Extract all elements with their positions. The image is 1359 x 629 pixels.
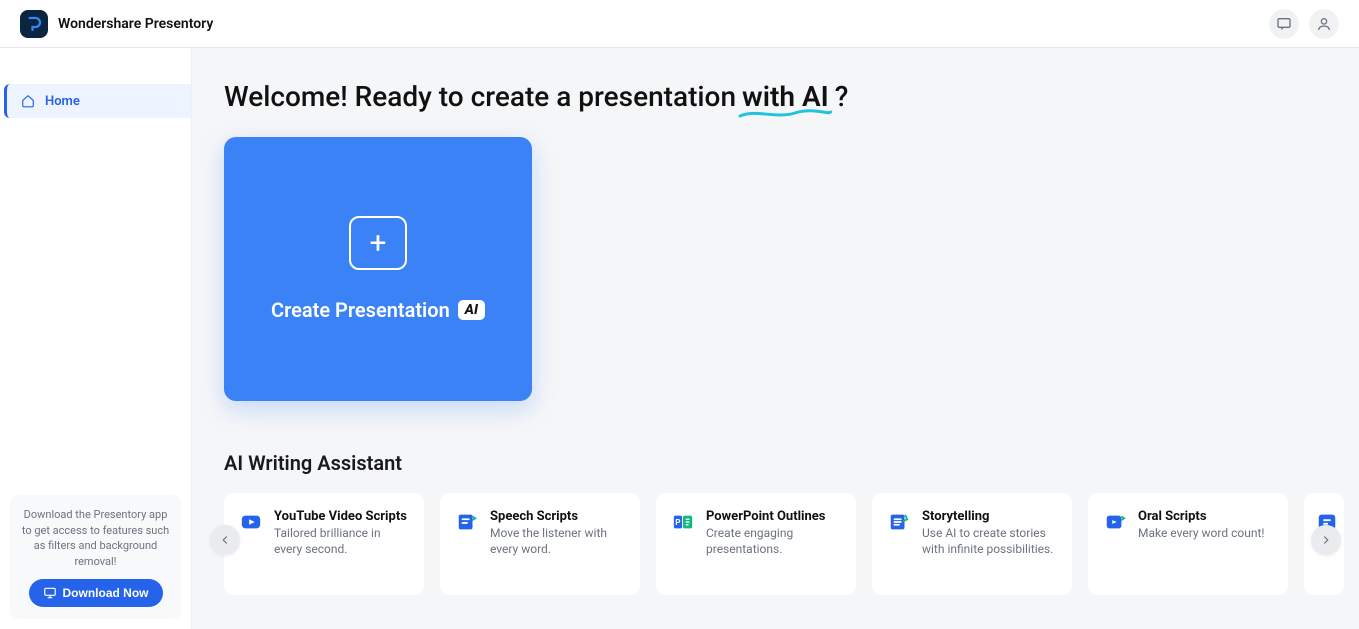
- scroll-right-button[interactable]: [1311, 525, 1341, 555]
- underline-scribble-icon: [738, 107, 833, 121]
- promo-text: Download the Presentory app to get acces…: [20, 507, 171, 569]
- sidebar-footer: Download the Presentory app to get acces…: [0, 485, 191, 629]
- feedback-icon: [1276, 16, 1292, 32]
- card-speech-scripts[interactable]: Speech Scripts Move the listener with ev…: [440, 493, 640, 595]
- home-icon: [21, 94, 35, 108]
- sidebar-item-label: Home: [45, 94, 80, 109]
- storytelling-icon: [886, 509, 912, 535]
- card-title: Storytelling: [922, 509, 1058, 524]
- oral-icon: [1102, 509, 1128, 535]
- feedback-button[interactable]: [1269, 9, 1299, 39]
- hero-title: Welcome! Ready to create a presentation …: [224, 80, 1327, 113]
- hero-ai-text: with AI: [742, 80, 829, 113]
- youtube-icon: [238, 509, 264, 535]
- card-desc: Tailored brilliance in every second.: [274, 526, 410, 557]
- monitor-icon: [43, 586, 57, 600]
- app-logo-icon: [20, 10, 48, 38]
- plus-icon: +: [349, 216, 407, 270]
- user-button[interactable]: [1309, 9, 1339, 39]
- card-storytelling[interactable]: Storytelling Use AI to create stories wi…: [872, 493, 1072, 595]
- card-title: Oral Scripts: [1138, 509, 1264, 524]
- card-powerpoint-outlines[interactable]: P PowerPoint Outlines Create engaging pr…: [656, 493, 856, 595]
- download-promo: Download the Presentory app to get acces…: [10, 495, 181, 619]
- svg-text:P: P: [675, 518, 680, 528]
- card-title: PowerPoint Outlines: [706, 509, 842, 524]
- cards-carousel: YouTube Video Scripts Tailored brillianc…: [224, 493, 1327, 595]
- create-card-label-row: Create Presentation AI: [271, 298, 485, 322]
- header-actions: [1269, 9, 1339, 39]
- download-now-button[interactable]: Download Now: [29, 579, 163, 607]
- card-desc: Make every word count!: [1138, 526, 1264, 542]
- scroll-left-button[interactable]: [210, 525, 240, 555]
- app-header: Wondershare Presentory: [0, 0, 1359, 48]
- card-title: Speech Scripts: [490, 509, 626, 524]
- card-desc: Move the listener with every word.: [490, 526, 626, 557]
- create-presentation-card[interactable]: + Create Presentation AI: [224, 137, 532, 401]
- card-youtube-scripts[interactable]: YouTube Video Scripts Tailored brillianc…: [224, 493, 424, 595]
- sidebar-item-home[interactable]: Home: [4, 84, 191, 118]
- hero-suffix: ?: [835, 80, 849, 113]
- ai-badge: AI: [458, 300, 485, 320]
- cards-row: YouTube Video Scripts Tailored brillianc…: [224, 493, 1327, 595]
- chevron-right-icon: [1319, 533, 1333, 547]
- speech-icon: [454, 509, 480, 535]
- hero-prefix: Welcome! Ready to create a presentation: [224, 80, 736, 113]
- header-brand: Wondershare Presentory: [20, 10, 213, 38]
- powerpoint-icon: P: [670, 509, 696, 535]
- card-desc: Create engaging presentations.: [706, 526, 842, 557]
- create-card-label: Create Presentation: [271, 298, 450, 322]
- card-desc: Use AI to create stories with infinite p…: [922, 526, 1058, 557]
- download-button-label: Download Now: [63, 586, 149, 600]
- main-content: Welcome! Ready to create a presentation …: [192, 48, 1359, 629]
- card-oral-scripts[interactable]: Oral Scripts Make every word count!: [1088, 493, 1288, 595]
- user-icon: [1316, 16, 1332, 32]
- sidebar: Home Download the Presentory app to get …: [0, 48, 192, 629]
- app-name: Wondershare Presentory: [58, 16, 213, 32]
- chevron-left-icon: [218, 533, 232, 547]
- card-title: YouTube Video Scripts: [274, 509, 410, 524]
- section-title: AI Writing Assistant: [224, 451, 1327, 475]
